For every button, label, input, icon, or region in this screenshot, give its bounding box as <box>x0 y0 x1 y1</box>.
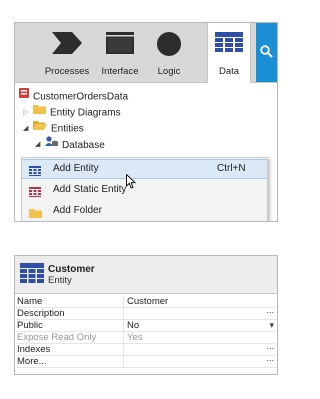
column-divider <box>123 320 124 331</box>
context-menu: Add Entity Ctrl+N Add Static Entity Add … <box>21 157 268 221</box>
property-key: Name <box>17 296 43 307</box>
menu-item-shortcut: Ctrl+N <box>217 163 246 174</box>
ellipsis-button[interactable]: ... <box>266 341 274 352</box>
property-key: Description <box>17 308 65 319</box>
collapse-arrow-icon: ◢ <box>23 125 29 132</box>
property-row-name[interactable]: Name Customer <box>15 296 277 308</box>
menu-item-label: Add Entity <box>53 163 99 174</box>
property-key: More... <box>17 356 47 367</box>
property-row-more[interactable]: More... ... <box>15 353 277 368</box>
search-button[interactable] <box>256 23 277 82</box>
property-value: Yes <box>127 332 143 343</box>
tab-processes[interactable]: Processes <box>37 23 97 82</box>
tab-logic[interactable]: Logic <box>143 23 195 82</box>
tab-interface[interactable]: Interface <box>97 23 143 82</box>
property-key: Public <box>17 320 43 331</box>
processes-icon <box>52 32 82 57</box>
expand-arrow-icon: ▷ <box>23 109 29 116</box>
menu-item-add-folder[interactable]: Add Folder <box>22 201 267 221</box>
database-user-icon <box>45 136 58 153</box>
tree-item-label: Entities <box>51 123 84 135</box>
tab-label: Processes <box>44 66 90 77</box>
property-row-expose-read-only: Expose Read Only Yes <box>15 332 277 344</box>
dropdown-arrow-icon[interactable]: ▾ <box>269 320 274 331</box>
menu-item-label: Add Static Entity <box>53 184 127 195</box>
property-row-description[interactable]: Description ... <box>15 305 277 320</box>
ellipsis-button[interactable]: ... <box>266 305 274 316</box>
menu-item-add-entity[interactable]: Add Entity Ctrl+N <box>22 159 267 189</box>
tab-label: Data <box>218 66 240 77</box>
menu-item-label: Add Folder <box>53 205 102 216</box>
folder-open-icon <box>33 120 47 136</box>
tab-label: Interface <box>101 66 139 77</box>
properties-title: Customer <box>48 264 95 275</box>
tree-item-database[interactable]: ◢ Database <box>35 136 105 153</box>
search-icon <box>260 45 273 58</box>
data-explorer-panel: Processes Interface Logic Data CustomerO… <box>14 22 278 222</box>
column-divider <box>123 344 124 355</box>
property-row-public[interactable]: Public No ▾ <box>15 320 277 332</box>
tab-label: Logic <box>157 66 181 77</box>
properties-panel: Customer Entity Name Customer Descriptio… <box>14 255 278 375</box>
property-key: Indexes <box>17 344 51 355</box>
database-module-icon <box>19 88 29 104</box>
folder-icon <box>33 104 46 120</box>
property-value[interactable]: Customer <box>127 296 168 307</box>
entity-icon <box>20 263 44 287</box>
column-divider <box>123 332 124 343</box>
tree-item-root[interactable]: CustomerOrdersData <box>19 88 129 105</box>
property-row-indexes[interactable]: Indexes ... <box>15 341 277 356</box>
tree-item-entity-diagrams[interactable]: ▷ Entity Diagrams <box>23 105 121 121</box>
logic-icon <box>157 32 181 59</box>
property-key: Expose Read Only <box>17 332 97 343</box>
tab-bar: Processes Interface Logic Data <box>15 23 277 83</box>
collapse-arrow-icon: ◢ <box>35 141 41 148</box>
column-divider <box>123 308 124 319</box>
folder-icon <box>29 206 42 221</box>
column-divider <box>123 296 124 307</box>
menu-item-add-static-entity[interactable]: Add Static Entity <box>22 180 267 200</box>
interface-icon <box>106 32 134 57</box>
column-divider <box>123 356 124 367</box>
tree-item-label: Database <box>62 140 105 152</box>
ellipsis-button[interactable]: ... <box>266 353 274 364</box>
property-value[interactable]: No <box>127 320 139 331</box>
properties-subtitle: Entity <box>48 275 72 286</box>
tree-item-entities[interactable]: ◢ Entities <box>23 121 84 137</box>
data-grid-icon <box>215 32 243 57</box>
tab-data[interactable]: Data <box>207 23 251 83</box>
tree-item-label: CustomerOrdersData <box>33 91 129 103</box>
properties-header: Customer Entity <box>15 256 277 294</box>
tree-item-label: Entity Diagrams <box>50 107 121 119</box>
